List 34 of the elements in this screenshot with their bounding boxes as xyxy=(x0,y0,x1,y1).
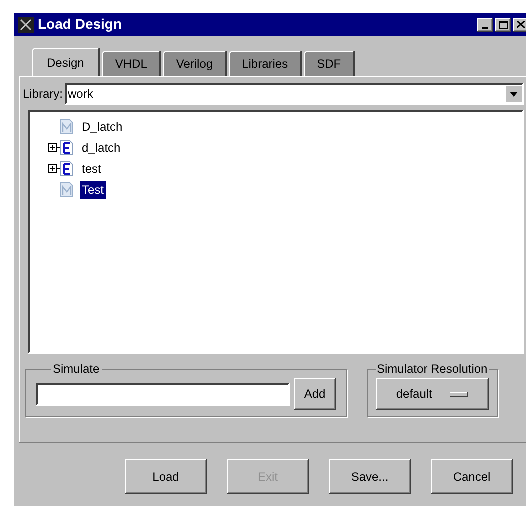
module-file-icon xyxy=(60,182,74,198)
dialog-button[interactable]: Save... xyxy=(329,459,411,494)
expand-icon[interactable] xyxy=(48,164,60,173)
expand-icon[interactable] xyxy=(48,143,60,152)
simulator-resolution-label: Simulator Resolution xyxy=(376,361,489,378)
module-file-icon xyxy=(60,118,74,134)
close-button[interactable] xyxy=(513,18,526,32)
maximize-icon xyxy=(498,20,508,28)
tab[interactable]: SDF xyxy=(304,51,356,76)
maximize-button[interactable] xyxy=(495,18,511,32)
dialog-button[interactable]: Cancel xyxy=(431,459,513,494)
tab[interactable]: Design xyxy=(32,48,100,76)
library-dropdown[interactable]: work xyxy=(65,83,524,105)
entity-file-icon xyxy=(60,160,74,176)
tree-item[interactable]: test xyxy=(80,160,104,178)
tab[interactable]: VHDL xyxy=(102,51,162,76)
library-label: Library: xyxy=(23,86,64,103)
tab[interactable]: Libraries xyxy=(229,51,302,76)
dialog-button[interactable]: Load xyxy=(125,459,207,494)
add-button[interactable]: Add xyxy=(294,378,336,410)
window-title: Load Design xyxy=(38,15,122,34)
app-icon xyxy=(18,16,34,32)
simulate-label: Simulate xyxy=(52,361,101,378)
minimize-icon xyxy=(482,26,488,28)
minimize-button[interactable] xyxy=(477,18,493,32)
tree-item[interactable]: D_latch xyxy=(80,118,125,136)
tree-item[interactable]: d_latch xyxy=(80,138,123,156)
tab[interactable]: Verilog xyxy=(163,51,228,76)
resolution-option-button[interactable]: default xyxy=(376,378,489,410)
tree-item[interactable]: Test xyxy=(80,180,106,198)
close-icon xyxy=(517,21,525,28)
option-indicator-icon xyxy=(450,392,468,396)
entity-file-icon xyxy=(60,140,74,156)
simulate-input[interactable] xyxy=(36,382,290,406)
